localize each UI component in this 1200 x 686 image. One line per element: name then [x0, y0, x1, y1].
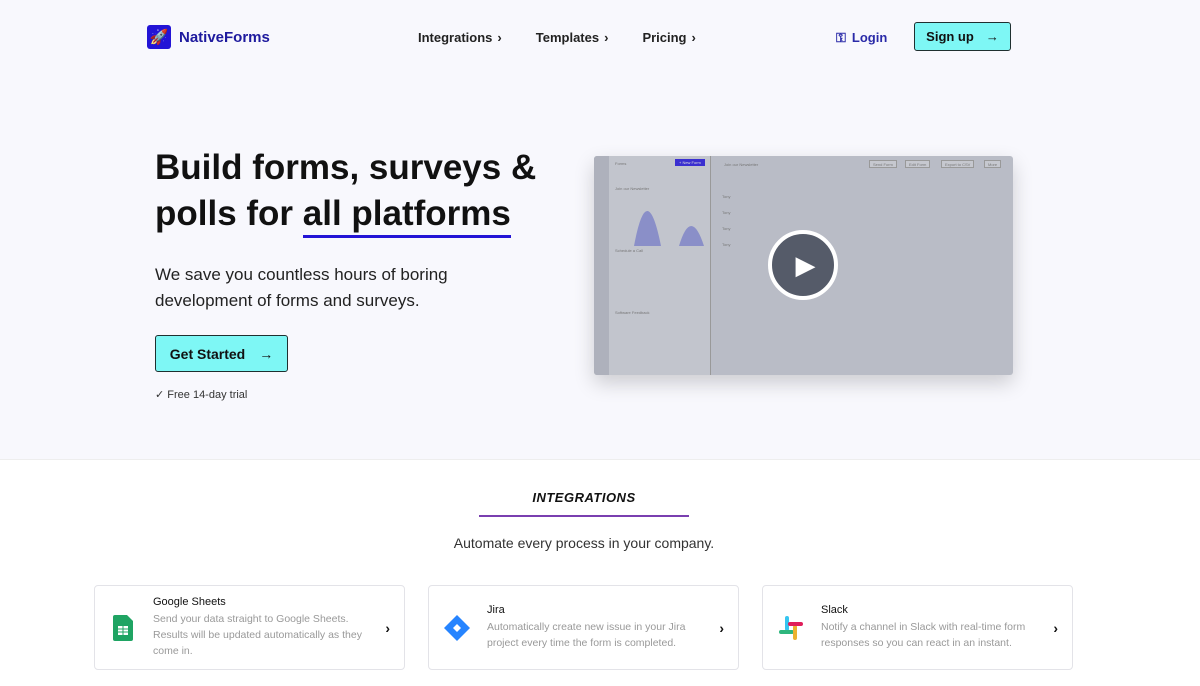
- arrow-right-icon: →: [259, 345, 274, 362]
- chevron-right-icon: ›: [691, 30, 696, 45]
- chevron-right-icon: ›: [385, 619, 390, 636]
- login-link[interactable]: ⚿ Login: [836, 30, 887, 46]
- nav-integrations[interactable]: Integrations ›: [418, 30, 502, 45]
- chevron-right-icon: ›: [604, 30, 609, 45]
- divider: [479, 515, 689, 517]
- app-sidebar: [594, 156, 609, 375]
- integration-card-google-sheets[interactable]: Google Sheets Send your data straight to …: [94, 585, 405, 670]
- hero-section: 🚀 NativeForms Integrations › Templates › P…: [0, 0, 1200, 460]
- integration-card-jira[interactable]: Jira Automatically create new issue in yo…: [428, 585, 739, 670]
- form-responses: Join our Newsletter Send Form Edit Form …: [712, 156, 1013, 375]
- chevron-right-icon: ›: [497, 30, 502, 45]
- video-preview[interactable]: Forms + New Form Join our Newsletter Sch…: [594, 156, 1013, 375]
- get-started-button[interactable]: Get Started →: [155, 335, 288, 372]
- chevron-right-icon: ›: [1053, 619, 1058, 636]
- trial-note: ✓ Free 14-day trial: [155, 389, 248, 401]
- chevron-right-icon: ›: [719, 619, 724, 636]
- integrations-subtitle: Automate every process in your company.: [453, 535, 715, 551]
- forms-list: Forms + New Form Join our Newsletter Sch…: [609, 156, 711, 375]
- hero-title: Build forms, surveys & polls for all pla…: [155, 145, 575, 238]
- logo[interactable]: 🚀 NativeForms: [147, 25, 270, 49]
- hero-subtitle: We save you countless hours of boring de…: [155, 265, 448, 310]
- nav-pricing[interactable]: Pricing ›: [642, 30, 695, 45]
- rocket-icon: 🚀: [147, 25, 171, 49]
- signup-button[interactable]: Sign up →: [914, 22, 1011, 51]
- slack-icon: [777, 615, 805, 641]
- jira-icon: [443, 614, 471, 641]
- nav-templates[interactable]: Templates ›: [536, 30, 609, 45]
- main-nav: Integrations › Templates › Pricing ›: [418, 30, 696, 45]
- integrations-title: INTEGRATIONS: [532, 490, 636, 505]
- arrow-right-icon: →: [985, 29, 999, 44]
- google-sheets-icon: [109, 614, 137, 641]
- integration-card-slack[interactable]: Slack Notify a channel in Slack with real…: [762, 585, 1073, 670]
- chart-thumbnail: [634, 211, 704, 246]
- brand-name: NativeForms: [179, 28, 270, 46]
- key-icon: ⚿: [836, 30, 846, 45]
- play-icon[interactable]: ▶: [768, 230, 838, 300]
